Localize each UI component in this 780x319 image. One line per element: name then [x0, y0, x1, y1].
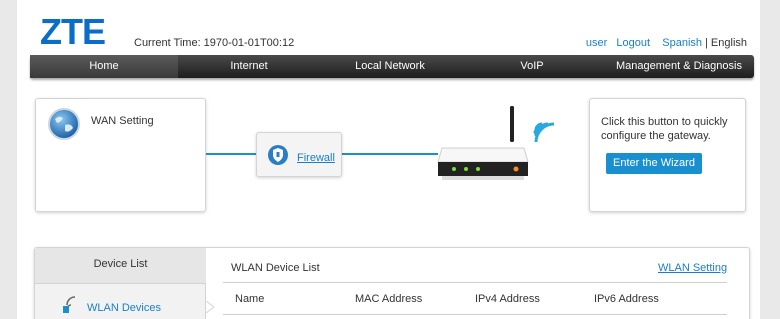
frame-left	[0, 0, 17, 319]
user-link[interactable]: user	[586, 37, 607, 49]
firewall-box: Firewall	[256, 132, 342, 177]
connector-line-left	[206, 153, 256, 155]
connector-line-right	[342, 153, 438, 155]
language-separator: |	[705, 37, 708, 49]
logout-link[interactable]: Logout	[616, 37, 650, 49]
wlan-device-list-title: WLAN Device List	[231, 262, 320, 274]
nav-voip[interactable]: VoIP	[460, 55, 604, 78]
enter-wizard-button[interactable]: Enter the Wizard	[606, 153, 702, 174]
nav-local-network[interactable]: Local Network	[320, 55, 460, 78]
wlan-setting-link[interactable]: WLAN Setting	[658, 262, 727, 274]
wizard-description: Click this button to quickly configure t…	[601, 116, 728, 142]
firewall-link[interactable]: Firewall	[297, 152, 335, 164]
zte-logo: ZTE	[40, 11, 106, 52]
english-link[interactable]: English	[711, 37, 747, 49]
shield-icon	[268, 145, 288, 165]
top-links: user Logout Spanish | English	[586, 37, 747, 49]
frame-right	[760, 0, 780, 319]
main-nav: Home Internet Local Network VoIP Managem…	[30, 55, 754, 78]
wlan-devices-icon	[63, 296, 76, 313]
header-divider	[223, 282, 727, 283]
wizard-panel: Click this button to quickly configure t…	[589, 98, 746, 212]
device-list-panel: Device List WLAN Devices WLAN Device Lis…	[34, 247, 750, 319]
column-header-ipv4: IPv4 Address	[475, 293, 540, 305]
nav-home[interactable]: Home	[30, 55, 178, 78]
nav-management-diagnosis[interactable]: Management & Diagnosis	[604, 55, 754, 78]
wan-setting-panel[interactable]: WAN Setting	[35, 98, 206, 212]
wlan-devices-item[interactable]: WLAN Devices	[87, 302, 161, 314]
device-list-sidebar: Device List WLAN Devices	[35, 248, 206, 319]
column-header-ipv6: IPv6 Address	[594, 293, 659, 305]
table-header-divider	[223, 314, 727, 315]
globe-icon	[48, 108, 80, 140]
current-time: Current Time: 1970-01-01T00:12	[134, 37, 295, 49]
spanish-link[interactable]: Spanish	[662, 37, 702, 49]
caret-right-icon	[206, 301, 214, 313]
column-header-name: Name	[235, 293, 265, 305]
nav-internet[interactable]: Internet	[178, 55, 320, 78]
device-list-title: Device List	[35, 248, 206, 284]
column-header-mac: MAC Address	[355, 293, 423, 305]
wan-setting-label: WAN Setting	[91, 115, 154, 127]
router-icon	[437, 106, 555, 180]
